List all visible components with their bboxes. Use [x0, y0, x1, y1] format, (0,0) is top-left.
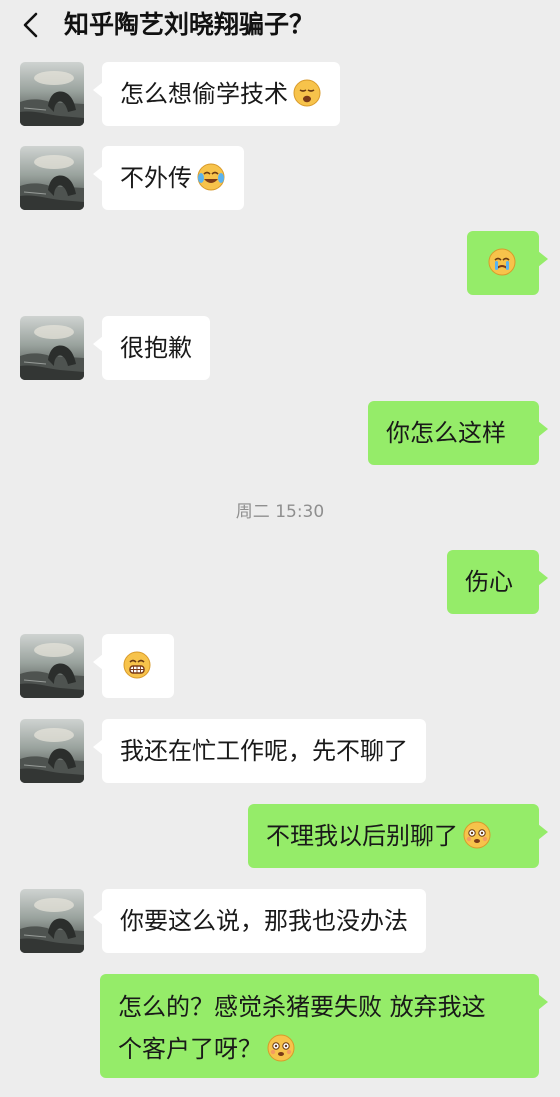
- message-row: 怎么想偷学技术: [0, 62, 560, 126]
- message-text-line-2: 个客户了呀？: [118, 1028, 521, 1070]
- chevron-left-icon: [23, 12, 38, 38]
- incoming-message-bubble[interactable]: 很抱歉: [93, 316, 210, 380]
- message-row: [0, 231, 560, 295]
- message-text: 不外传: [120, 164, 192, 192]
- chat-header: 知乎陶艺刘晓翔骗子？: [0, 0, 560, 54]
- contact-avatar[interactable]: [20, 889, 84, 953]
- message-row: 你要这么说，那我也没办法: [0, 889, 560, 953]
- contact-avatar[interactable]: [20, 146, 84, 210]
- message-row: 怎么的？感觉杀猪要失败 放弃我这 个客户了呀？: [0, 974, 560, 1078]
- contact-avatar[interactable]: [20, 316, 84, 380]
- message-row: 我还在忙工作呢，先不聊了: [0, 719, 560, 783]
- chat-title: 知乎陶艺刘晓翔骗子？: [64, 10, 315, 39]
- outgoing-message-bubble[interactable]: [467, 231, 548, 295]
- dizzy-face-icon: [266, 1033, 296, 1063]
- incoming-message-bubble[interactable]: 我还在忙工作呢，先不聊了: [93, 719, 426, 783]
- message-text: 伤心: [465, 568, 513, 596]
- message-text: 很抱歉: [120, 334, 192, 362]
- message-row: 伤心: [0, 550, 560, 614]
- incoming-message-bubble[interactable]: [93, 634, 174, 698]
- grinning-face-icon: [122, 650, 152, 680]
- message-row: 你怎么这样: [0, 401, 560, 465]
- message-row: 不外传: [0, 146, 560, 210]
- crying-face-icon: [487, 247, 517, 277]
- dizzy-face-icon: [462, 820, 492, 850]
- contact-avatar[interactable]: [20, 634, 84, 698]
- message-row: 很抱歉: [0, 316, 560, 380]
- incoming-message-bubble[interactable]: 你要这么说，那我也没办法: [93, 889, 426, 953]
- contact-avatar[interactable]: [20, 719, 84, 783]
- message-text: 怎么想偷学技术: [120, 80, 288, 108]
- message-row: [0, 634, 560, 698]
- contact-avatar[interactable]: [20, 62, 84, 126]
- back-button[interactable]: [16, 10, 46, 40]
- message-text-line: 怎么的？感觉杀猪要失败 放弃我这: [118, 993, 486, 1021]
- message-text: 我还在忙工作呢，先不聊了: [120, 737, 408, 765]
- message-text: 你怎么这样: [386, 419, 506, 447]
- outgoing-message-bubble[interactable]: 不理我以后别聊了: [248, 804, 548, 868]
- tears-of-joy-face-icon: [196, 162, 226, 192]
- sleepy-face-icon: [292, 78, 322, 108]
- message-text: 你要这么说，那我也没办法: [120, 907, 408, 935]
- outgoing-message-bubble[interactable]: 伤心: [447, 550, 548, 614]
- message-text-line: 个客户了呀？: [118, 1035, 262, 1063]
- incoming-message-bubble[interactable]: 怎么想偷学技术: [93, 62, 340, 126]
- message-row: 不理我以后别聊了: [0, 804, 560, 868]
- outgoing-message-bubble[interactable]: 你怎么这样: [368, 401, 548, 465]
- message-text: 不理我以后别聊了: [266, 822, 458, 850]
- incoming-message-bubble[interactable]: 不外传: [93, 146, 244, 210]
- outgoing-message-bubble[interactable]: 怎么的？感觉杀猪要失败 放弃我这 个客户了呀？: [100, 974, 548, 1078]
- timestamp: 周二 15:30: [235, 502, 325, 522]
